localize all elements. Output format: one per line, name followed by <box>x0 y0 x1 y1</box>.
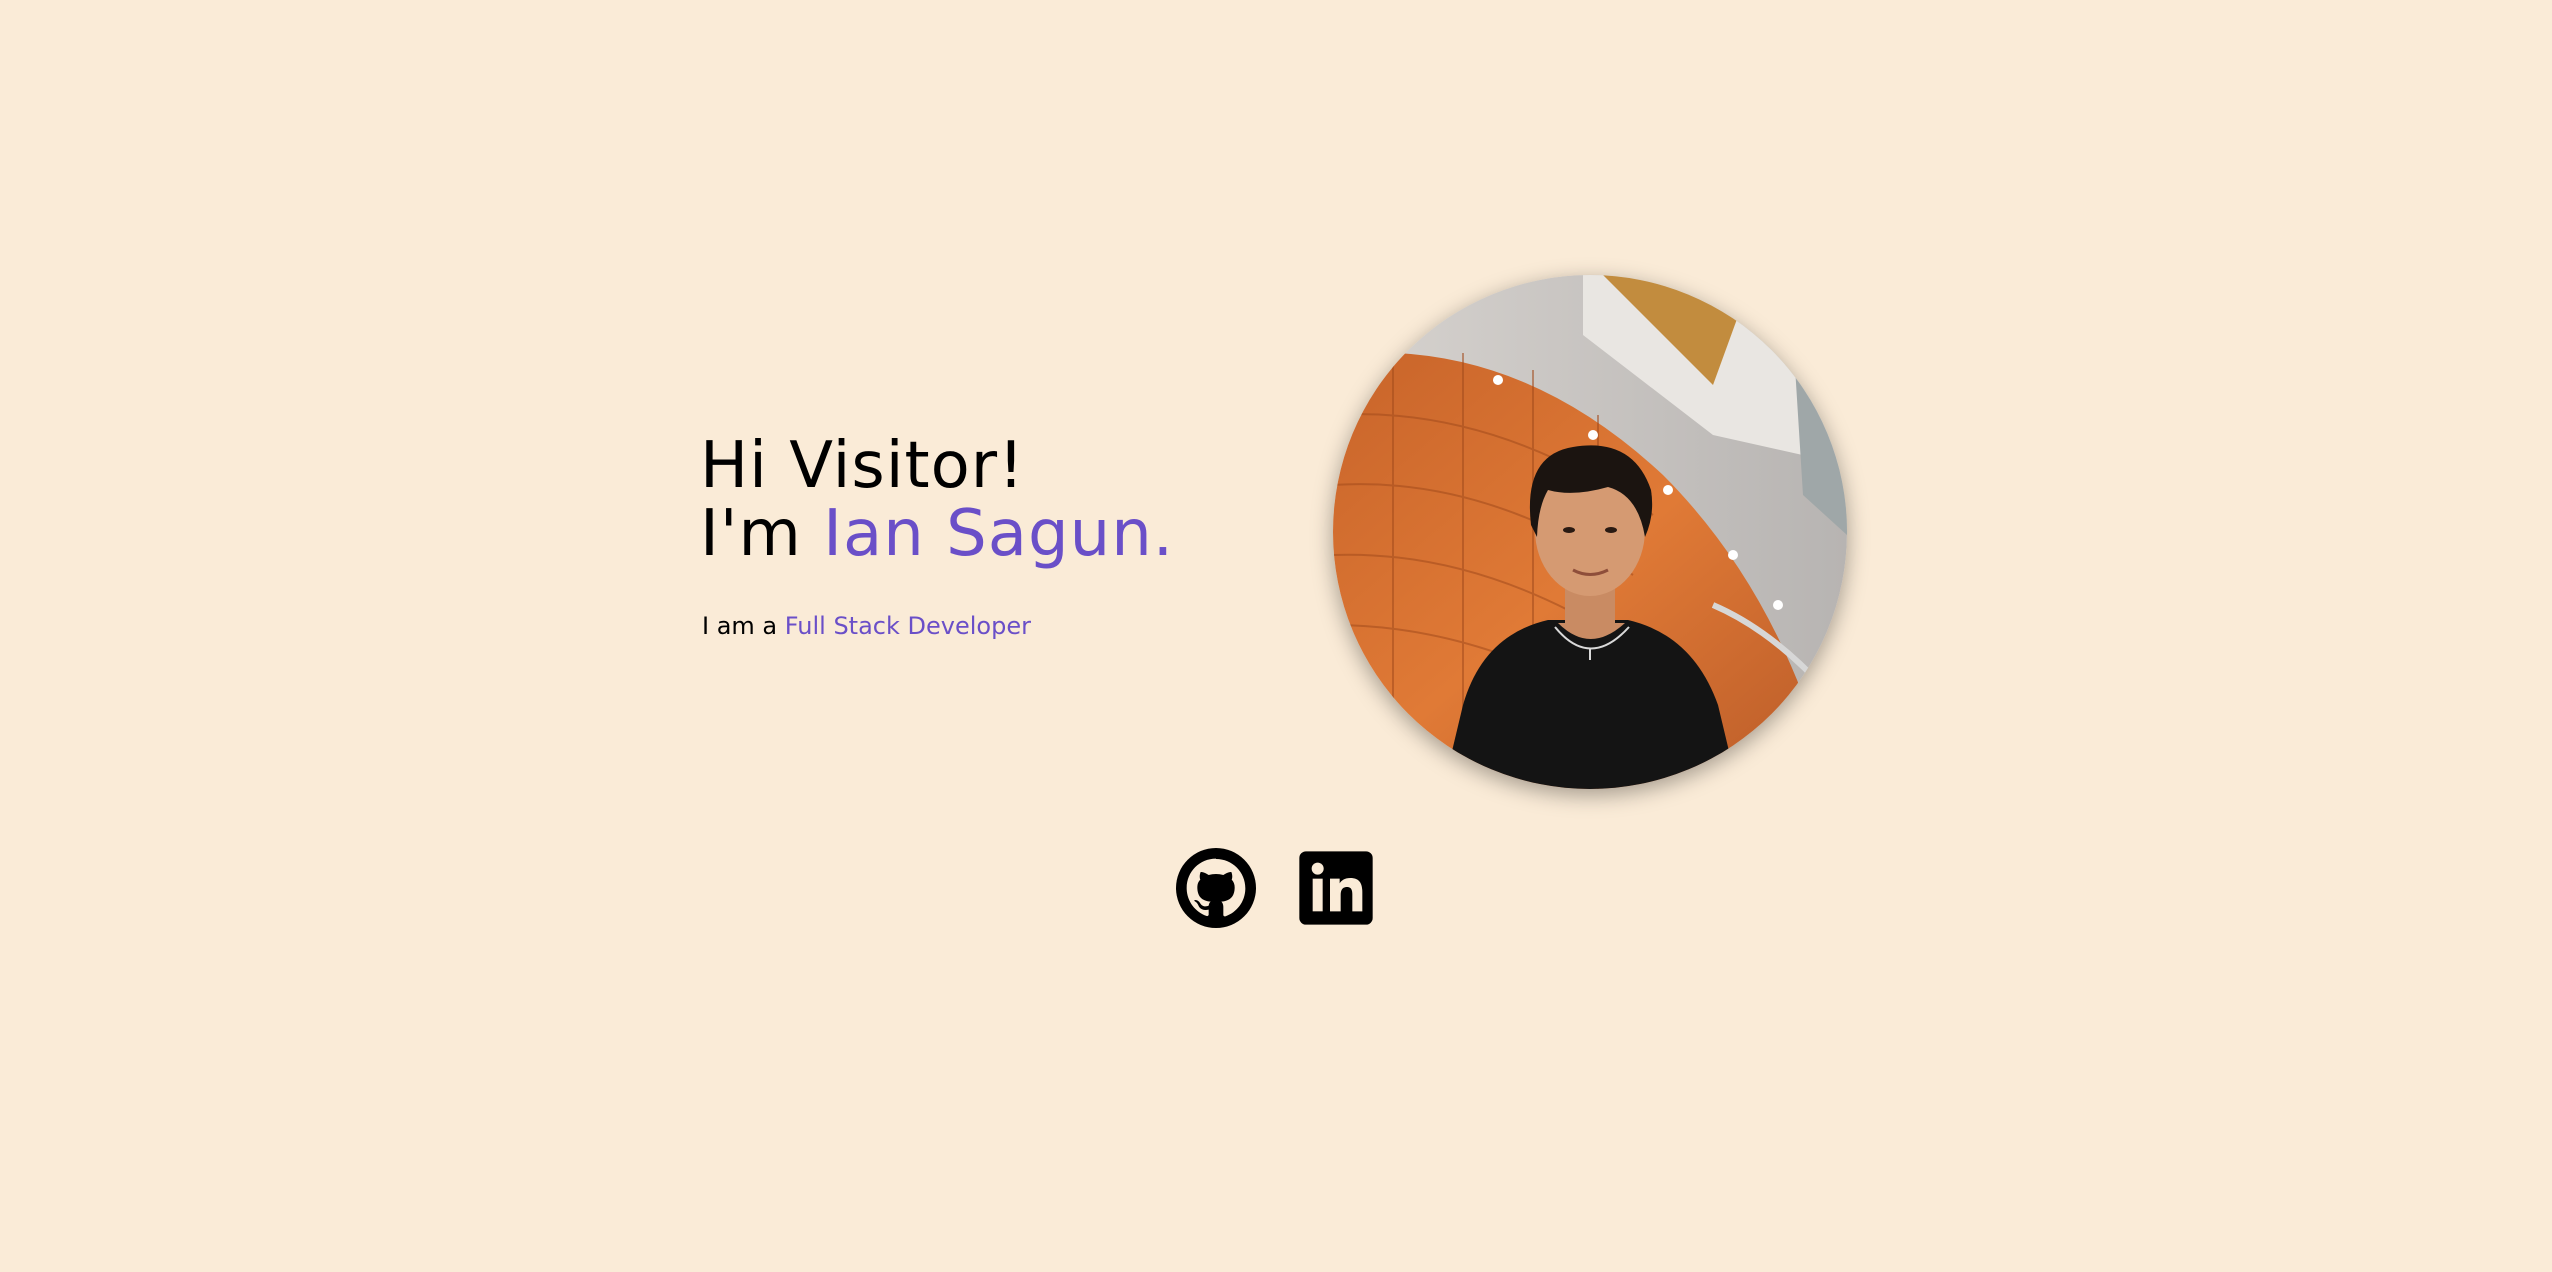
github-icon <box>1176 848 1256 928</box>
hero-intro: Hi Visitor! I'm Ian Sagun. I am a Full S… <box>700 432 1260 640</box>
name-prefix: I'm <box>700 497 802 571</box>
greeting-text: Hi Visitor! <box>700 429 1025 503</box>
role-tagline: I am a Full Stack Developer <box>702 612 1031 640</box>
page: Hi Visitor! I'm Ian Sagun. I am a Full S… <box>0 0 2552 1272</box>
github-link[interactable] <box>1176 848 1256 928</box>
profile-photo-illustration <box>1333 275 1847 789</box>
profile-photo <box>1333 275 1847 789</box>
linkedin-link[interactable] <box>1296 848 1376 928</box>
social-links <box>1176 848 1376 928</box>
hero-name: Ian Sagun. <box>823 497 1175 571</box>
linkedin-icon <box>1299 851 1373 925</box>
role-title: Full Stack Developer <box>784 612 1031 640</box>
role-prefix: I am a <box>702 612 778 640</box>
hero-headline: Hi Visitor! I'm Ian Sagun. <box>700 432 1260 568</box>
